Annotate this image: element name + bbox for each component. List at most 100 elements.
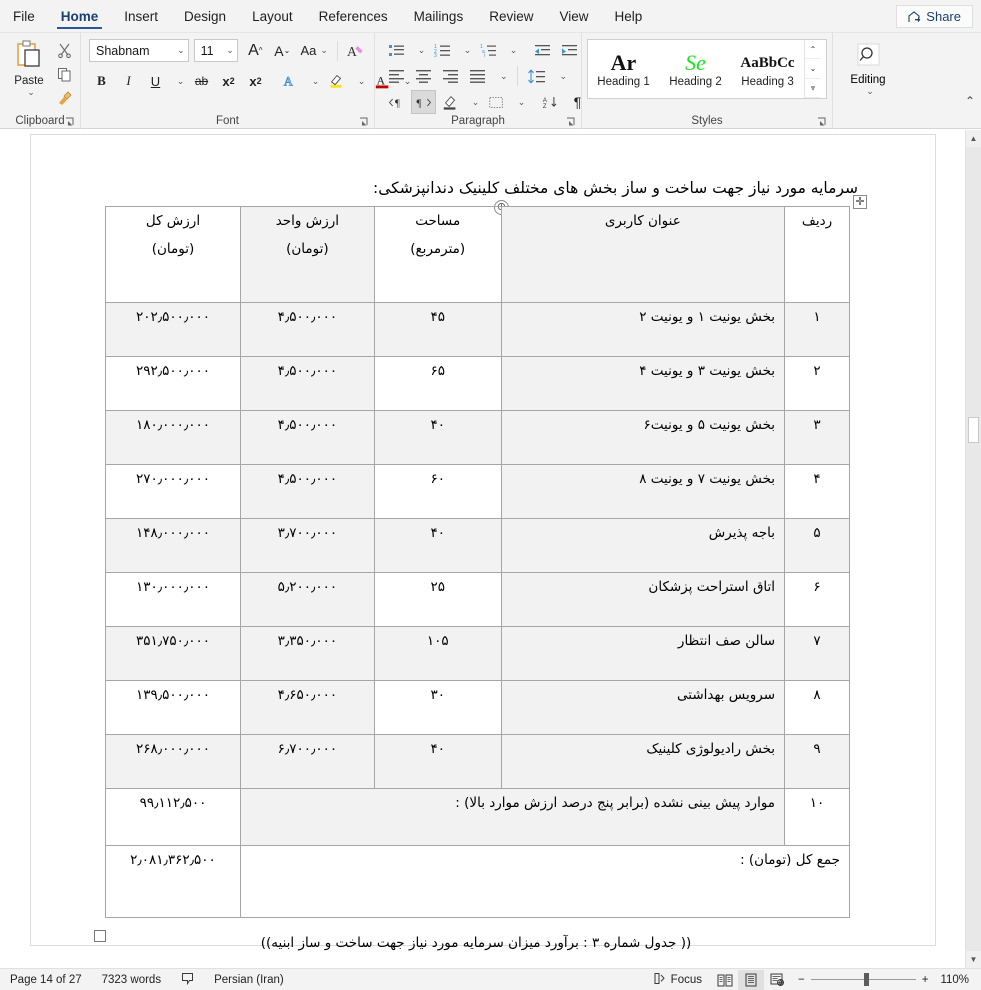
status-page[interactable]: Page 14 of 27 — [0, 974, 92, 986]
scrollbar-track[interactable] — [966, 147, 981, 951]
styles-more-button[interactable]: ⩔ — [805, 79, 821, 98]
italic-button[interactable]: I — [116, 69, 141, 93]
numbering-options-button[interactable]: ⌄ — [457, 38, 474, 62]
highlight-options-button[interactable]: ⌄ — [351, 69, 368, 93]
zoom-track[interactable] — [810, 973, 916, 986]
clear-formatting-button[interactable]: A — [343, 39, 370, 63]
status-word-count[interactable]: 7323 words — [92, 974, 171, 986]
font-dialog-launcher[interactable] — [359, 115, 370, 126]
table-row[interactable]: ۶ اتاق استراحت پزشکان ۲۵ ۵٫۲۰۰٫۰۰۰ ۱۳۰٫۰… — [105, 572, 850, 627]
chevron-down-icon[interactable]: ⌄ — [23, 87, 35, 98]
numbering-button[interactable]: 123 — [430, 38, 455, 62]
font-size-combobox[interactable]: 11 ⌄ — [193, 39, 238, 62]
zoom-slider[interactable]: − + — [790, 973, 936, 986]
share-button[interactable]: Share — [896, 5, 973, 28]
table-row[interactable]: ۷ سالن صف انتظار ۱۰۵ ۳٫۳۵۰٫۰۰۰ ۳۵۱٫۷۵۰٫۰… — [105, 626, 850, 681]
align-center-button[interactable] — [411, 64, 436, 88]
scrollbar-thumb[interactable] — [968, 417, 979, 443]
format-painter-button[interactable] — [53, 89, 75, 108]
chevron-down-icon[interactable]: ⌄ — [862, 86, 874, 97]
bullets-options-button[interactable]: ⌄ — [411, 38, 428, 62]
rtl-text-direction-button[interactable]: ¶ — [411, 90, 436, 114]
paragraph-dialog-launcher[interactable] — [566, 115, 577, 126]
styles-scroll-up-button[interactable]: ⌃ — [805, 40, 821, 60]
status-proofing[interactable] — [171, 972, 204, 988]
zoom-level-label[interactable]: 110% — [936, 974, 981, 986]
grow-font-button[interactable]: A ^ — [243, 39, 268, 63]
borders-button[interactable] — [484, 90, 509, 114]
justify-options-button[interactable]: ⌄ — [492, 64, 512, 88]
borders-options-button[interactable]: ⌄ — [511, 90, 528, 114]
zoom-out-button[interactable]: − — [798, 974, 805, 986]
underline-button[interactable]: U — [143, 69, 168, 93]
collapse-ribbon-button[interactable]: ⌃ — [965, 94, 975, 108]
ltr-text-direction-button[interactable]: ¶ — [384, 90, 409, 114]
shading-options-button[interactable]: ⌄ — [465, 90, 482, 114]
style-heading-3[interactable]: AaBbCc Heading 3 — [732, 40, 804, 98]
tab-review[interactable]: Review — [476, 0, 546, 32]
cut-button[interactable] — [53, 41, 75, 60]
change-case-button[interactable]: Aa ⌄ — [297, 39, 332, 63]
view-read-mode-button[interactable] — [712, 970, 738, 990]
tab-file[interactable]: File — [0, 0, 48, 32]
tab-insert[interactable]: Insert — [111, 0, 171, 32]
text-effects-button[interactable]: A — [278, 69, 303, 93]
scroll-up-button[interactable]: ▲ — [966, 130, 981, 147]
tab-help[interactable]: Help — [602, 0, 656, 32]
document-page[interactable]: سرمایه مورد نیاز جهت ساخت و ساز بخش های … — [31, 135, 935, 951]
decrease-indent-button[interactable] — [530, 38, 555, 62]
table-row[interactable]: ۹ بخش رادیولوژی کلینیک ۴۰ ۶٫۷۰۰٫۰۰۰ ۲۶۸٫… — [105, 734, 850, 789]
superscript-button[interactable]: x2 — [243, 69, 268, 93]
view-print-layout-button[interactable] — [738, 969, 764, 990]
editing-button[interactable]: Editing ⌄ — [838, 37, 898, 97]
styles-dialog-launcher[interactable] — [817, 115, 828, 126]
font-name-combobox[interactable]: Shabnam ⌄ — [89, 39, 189, 62]
multilevel-list-button[interactable]: 1ai — [476, 38, 501, 62]
underline-options-button[interactable]: ⌄ — [170, 69, 187, 93]
style-heading-1[interactable]: Ar Heading 1 — [588, 40, 660, 98]
copy-button[interactable] — [53, 65, 75, 84]
highlight-button[interactable] — [324, 69, 349, 93]
subscript-button[interactable]: x2 — [216, 69, 241, 93]
tab-home[interactable]: Home — [48, 0, 112, 32]
table-row[interactable]: ۴ بخش یونیت ۷ و یونیت ۸ ۶۰ ۴٫۵۰۰٫۰۰۰ ۲۷۰… — [105, 464, 850, 519]
shrink-font-button[interactable]: A ⌄ — [270, 39, 295, 63]
scroll-down-button[interactable]: ▼ — [966, 951, 981, 968]
shading-button[interactable] — [438, 90, 463, 114]
table-row[interactable]: ۱ بخش یونیت ۱ و یونیت ۲ ۴۵ ۴٫۵۰۰٫۰۰۰ ۲۰۲… — [105, 302, 850, 357]
table-move-handle[interactable]: ✛ — [853, 195, 867, 209]
focus-mode-button[interactable]: Focus — [643, 972, 712, 988]
vertical-scrollbar[interactable]: ▲ ▼ — [965, 130, 981, 968]
tab-view[interactable]: View — [546, 0, 601, 32]
table-row[interactable]: ۵ باجه پذیرش ۴۰ ۳٫۷۰۰٫۰۰۰ ۱۴۸٫۰۰۰٫۰۰۰ — [105, 518, 850, 573]
tab-references[interactable]: References — [306, 0, 401, 32]
strikethrough-button[interactable]: ab — [189, 69, 214, 93]
text-effects-options-button[interactable]: ⌄ — [305, 69, 322, 93]
table-row[interactable]: ۳ بخش یونیت ۵ و یونیت۶ ۴۰ ۴٫۵۰۰٫۰۰۰ ۱۸۰٫… — [105, 410, 850, 465]
sort-button[interactable]: AZ — [538, 90, 563, 114]
bullets-button[interactable] — [384, 38, 409, 62]
zoom-in-button[interactable]: + — [922, 974, 929, 986]
clipboard-dialog-launcher[interactable] — [65, 115, 76, 126]
justify-button[interactable] — [465, 64, 490, 88]
bold-button[interactable]: B — [89, 69, 114, 93]
tab-design[interactable]: Design — [171, 0, 239, 32]
table-row[interactable]: ۸ سرویس بهداشتی ۳۰ ۴٫۶۵۰٫۰۰۰ ۱۳۹٫۵۰۰٫۰۰۰ — [105, 680, 850, 735]
capital-requirements-table[interactable]: ردیف عنوان کاربری مساحت (مترمربع) ارزش و… — [105, 206, 851, 918]
style-heading-2[interactable]: Se Heading 2 — [660, 40, 732, 98]
tab-layout[interactable]: Layout — [239, 0, 306, 32]
table-row-grand-total[interactable]: جمع کل (تومان) : ۲٫۰۸۱٫۳۶۲٫۵۰۰ — [105, 845, 851, 918]
increase-indent-button[interactable] — [557, 38, 582, 62]
status-language[interactable]: Persian (Iran) — [204, 974, 294, 986]
align-right-button[interactable] — [438, 64, 463, 88]
view-web-layout-button[interactable] — [764, 970, 790, 990]
zoom-thumb[interactable] — [863, 973, 869, 986]
tab-mailings[interactable]: Mailings — [401, 0, 477, 32]
table-row-unforeseen[interactable]: ۱۰ موارد پیش بینی نشده (برابر پنج درصد ا… — [105, 788, 850, 846]
table-row[interactable]: ۲ بخش یونیت ۳ و یونیت ۴ ۶۵ ۴٫۵۰۰٫۰۰۰ ۲۹۲… — [105, 356, 850, 411]
align-left-button[interactable] — [384, 64, 409, 88]
styles-scroll-down-button[interactable]: ⌄ — [805, 59, 821, 79]
line-spacing-button[interactable] — [523, 64, 550, 88]
multilevel-options-button[interactable]: ⌄ — [503, 38, 520, 62]
line-spacing-options-button[interactable]: ⌄ — [552, 64, 572, 88]
